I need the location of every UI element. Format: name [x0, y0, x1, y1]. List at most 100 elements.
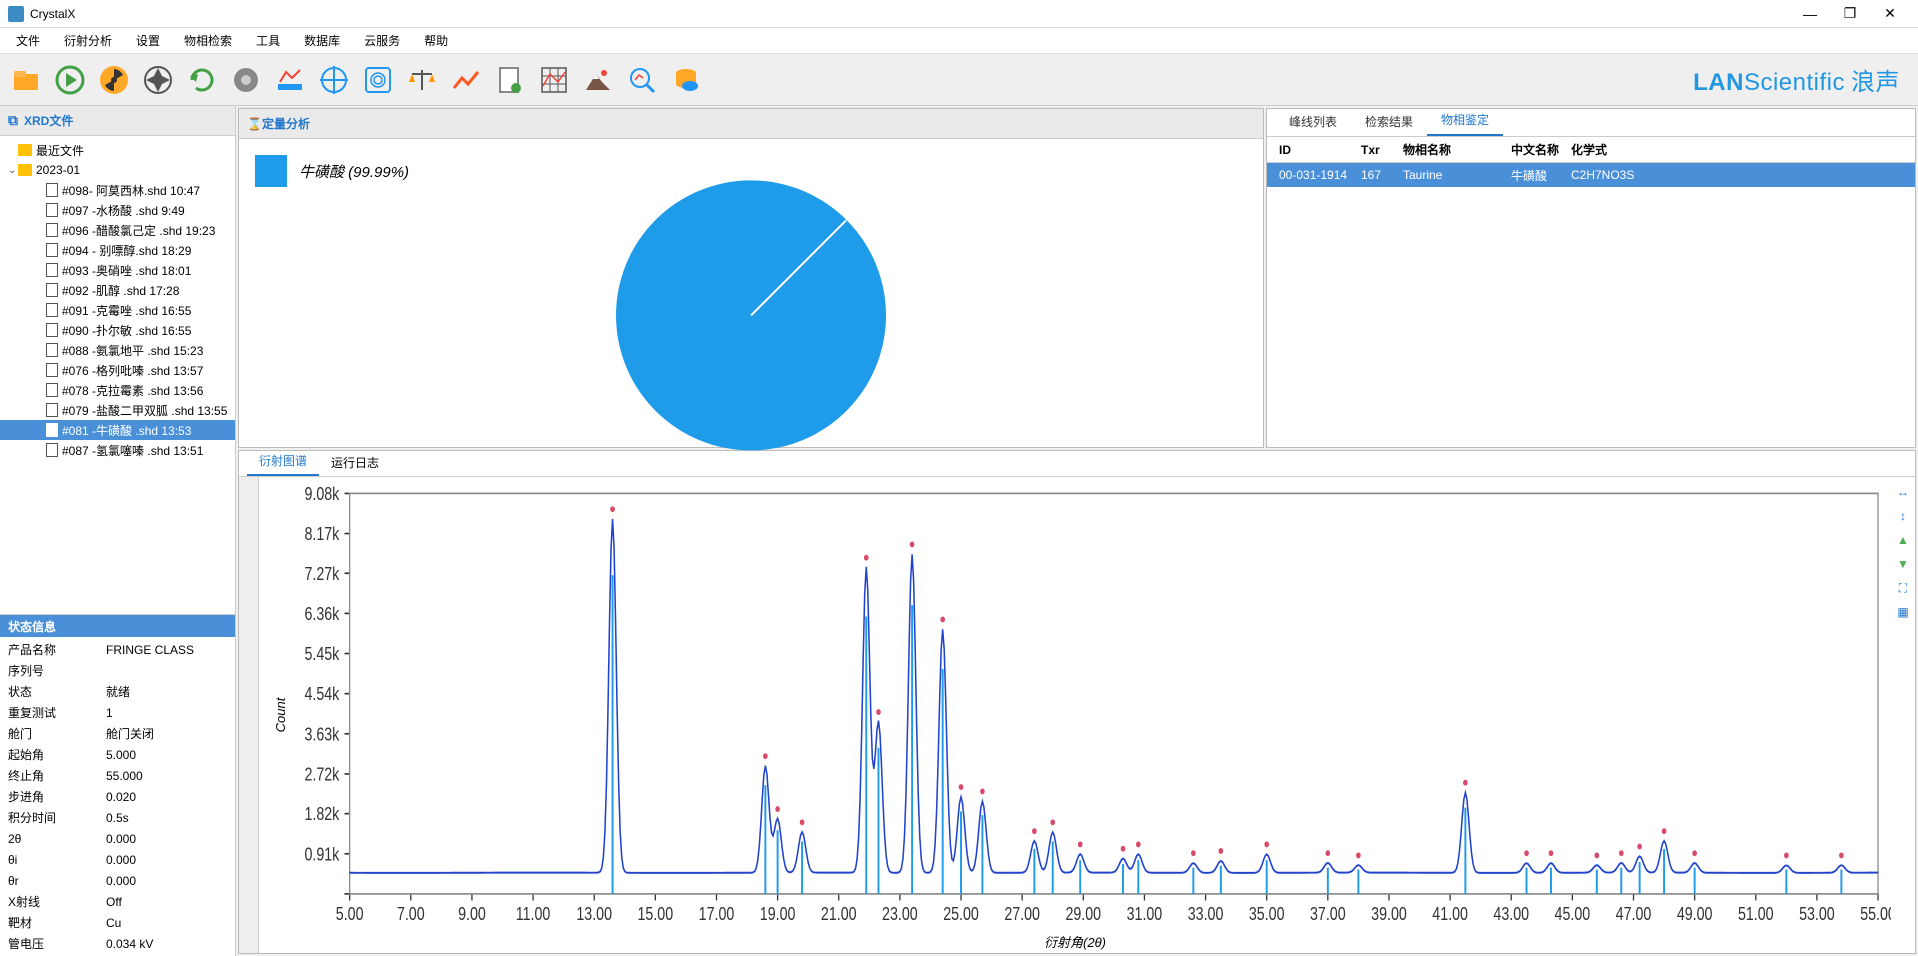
grid-chart-button[interactable] — [534, 60, 574, 100]
status-row: X射线Off — [8, 891, 227, 912]
tree-file[interactable]: #081 -牛磺酸 .shd 13:53 — [0, 420, 235, 440]
svg-text:1.82k: 1.82k — [304, 805, 340, 825]
menu-item[interactable]: 文件 — [4, 32, 52, 49]
file-tree[interactable]: 最近文件⌄2023-01#098- 阿莫西林.shd 10:47#097 -水杨… — [0, 136, 235, 614]
svg-text:53.00: 53.00 — [1799, 905, 1835, 925]
report-button[interactable] — [490, 60, 530, 100]
tree-file[interactable]: #096 -醋酸氯己定 .shd 19:23 — [0, 220, 235, 240]
spectrum-chart[interactable]: Count 衍射角(2θ) 0.91k1.82k2.72k3.63k4.54k5… — [259, 477, 1891, 953]
tree-recent[interactable]: 最近文件 — [0, 140, 235, 160]
menu-item[interactable]: 云服务 — [352, 32, 412, 49]
col-header-txr[interactable]: Txr — [1357, 143, 1399, 157]
svg-text:21.00: 21.00 — [821, 905, 857, 925]
settings-gear-button[interactable] — [226, 60, 266, 100]
grid-icon[interactable]: ▦ — [1894, 603, 1912, 621]
svg-text:49.00: 49.00 — [1677, 905, 1713, 925]
status-row: 重复测试1 — [8, 702, 227, 723]
run-button[interactable] — [50, 60, 90, 100]
file-panel-icon: ⧉ — [8, 112, 18, 129]
svg-text:4.54k: 4.54k — [304, 685, 340, 705]
menu-item[interactable]: 物相检索 — [172, 32, 244, 49]
results-tab[interactable]: 峰线列表 — [1275, 107, 1351, 136]
tree-file[interactable]: #091 -克霉唑 .shd 16:55 — [0, 300, 235, 320]
results-header-row: ID Txr 物相名称 中文名称 化学式 — [1267, 137, 1915, 163]
status-row: 起始角5.000 — [8, 744, 227, 765]
maximize-button[interactable]: ❐ — [1830, 5, 1870, 22]
balance-button[interactable] — [402, 60, 442, 100]
menu-item[interactable]: 工具 — [244, 32, 292, 49]
svg-text:35.00: 35.00 — [1249, 905, 1285, 925]
tree-file[interactable]: #097 -水杨酸 .shd 9:49 — [0, 200, 235, 220]
spectrum-tab[interactable]: 运行日志 — [319, 449, 391, 476]
spectrum-tab[interactable]: 衍射图谱 — [247, 447, 319, 476]
svg-text:5.45k: 5.45k — [304, 645, 340, 665]
col-header-id[interactable]: ID — [1275, 143, 1357, 157]
mountain-button[interactable] — [578, 60, 618, 100]
svg-text:45.00: 45.00 — [1555, 905, 1591, 925]
aperture-button[interactable] — [138, 60, 178, 100]
up-icon[interactable]: ▲ — [1894, 531, 1912, 549]
status-body: 产品名称FRINGE CLASS序列号状态就绪重复测试1舱门舱门关闭起始角5.0… — [0, 637, 235, 956]
fit-icon[interactable]: ⛶ — [1894, 579, 1912, 597]
status-row: 序列号 — [8, 660, 227, 681]
chart-left-gutter[interactable] — [239, 477, 259, 953]
svg-text:3.63k: 3.63k — [304, 725, 340, 745]
status-row: 步进角0.020 — [8, 786, 227, 807]
tree-file[interactable]: #088 -氨氯地平 .shd 15:23 — [0, 340, 235, 360]
quant-title: 定量分析 — [262, 115, 310, 132]
radiation-button[interactable] — [94, 60, 134, 100]
col-header-name[interactable]: 物相名称 — [1399, 141, 1507, 158]
svg-text:7.27k: 7.27k — [304, 564, 340, 584]
open-file-button[interactable] — [6, 60, 46, 100]
status-row: 产品名称FRINGE CLASS — [8, 639, 227, 660]
tree-file[interactable]: #092 -肌醇 .shd 17:28 — [0, 280, 235, 300]
svg-text:17.00: 17.00 — [699, 905, 735, 925]
close-button[interactable]: ✕ — [1870, 5, 1910, 22]
tree-file[interactable]: #093 -奥硝唑 .shd 18:01 — [0, 260, 235, 280]
tree-file[interactable]: #087 -氢氯噻嗪 .shd 13:51 — [0, 440, 235, 460]
tree-file[interactable]: #076 -格列吡嗪 .shd 13:57 — [0, 360, 235, 380]
minimize-button[interactable]: — — [1790, 6, 1830, 22]
menu-item[interactable]: 衍射分析 — [52, 32, 124, 49]
spectrum-color-button[interactable] — [270, 60, 310, 100]
fingerprint-button[interactable] — [358, 60, 398, 100]
down-icon[interactable]: ▼ — [1894, 555, 1912, 573]
file-panel-title: XRD文件 — [24, 112, 73, 129]
tree-file[interactable]: #090 -扑尔敏 .shd 16:55 — [0, 320, 235, 340]
expand-h-icon[interactable]: ↔ — [1894, 483, 1912, 501]
col-header-cn[interactable]: 中文名称 — [1507, 141, 1567, 158]
tree-file[interactable]: #078 -克拉霉素 .shd 13:56 — [0, 380, 235, 400]
status-row: 舱门舱门关闭 — [8, 723, 227, 744]
menu-item[interactable]: 设置 — [124, 32, 172, 49]
svg-text:5.00: 5.00 — [336, 905, 364, 925]
expand-v-icon[interactable]: ↕ — [1894, 507, 1912, 525]
col-header-formula[interactable]: 化学式 — [1567, 141, 1687, 158]
target-button[interactable] — [314, 60, 354, 100]
results-row[interactable]: 00-031-1914167Taurine牛磺酸C2H7NO3S — [1267, 163, 1915, 187]
tree-file[interactable]: #094 - 别嘌醇.shd 18:29 — [0, 240, 235, 260]
toolbar: LANScientific浪声 — [0, 54, 1918, 106]
tree-file[interactable]: #079 -盐酸二甲双胍 .shd 13:55 — [0, 400, 235, 420]
menu-item[interactable]: 帮助 — [412, 32, 460, 49]
tree-folder[interactable]: ⌄2023-01 — [0, 160, 235, 180]
refresh-button[interactable] — [182, 60, 222, 100]
titlebar: CrystalX — ❐ ✕ — [0, 0, 1918, 28]
svg-text:2.72k: 2.72k — [304, 765, 340, 785]
svg-text:47.00: 47.00 — [1616, 905, 1652, 925]
app-icon — [8, 6, 24, 22]
trend-button[interactable] — [446, 60, 486, 100]
status-row: 靶材Cu — [8, 912, 227, 933]
svg-text:7.00: 7.00 — [397, 905, 425, 925]
status-row: 2θ0.000 — [8, 828, 227, 849]
results-tab[interactable]: 物相鉴定 — [1427, 105, 1503, 136]
tree-file[interactable]: #098- 阿莫西林.shd 10:47 — [0, 180, 235, 200]
menu-item[interactable]: 数据库 — [292, 32, 352, 49]
cloud-db-button[interactable] — [666, 60, 706, 100]
svg-text:8.17k: 8.17k — [304, 525, 340, 545]
svg-text:31.00: 31.00 — [1127, 905, 1163, 925]
status-header: 状态信息 — [0, 615, 235, 637]
search-chart-button[interactable] — [622, 60, 662, 100]
status-row: 终止角55.000 — [8, 765, 227, 786]
results-tab[interactable]: 检索结果 — [1351, 107, 1427, 136]
svg-text:33.00: 33.00 — [1188, 905, 1224, 925]
